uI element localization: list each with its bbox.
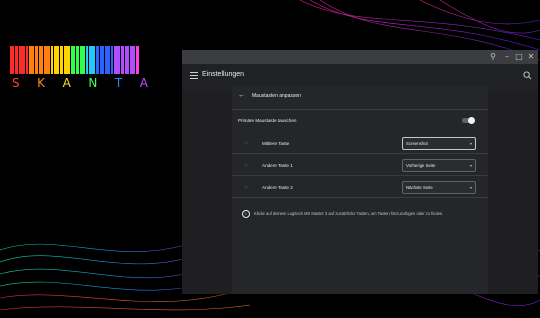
search-icon[interactable]: ⚲ [488,52,498,62]
divider [232,109,488,110]
barcode-bar [54,46,59,74]
logo-letter: A [62,76,71,90]
page-title: Maustasten anpassen [252,93,301,99]
barcode-bar [100,46,104,74]
barcode-bar [136,46,139,74]
back-arrow-icon[interactable]: ← [238,92,245,99]
barcode-bar [89,46,95,74]
barcode-bar [29,46,34,74]
swap-primary-toggle[interactable] [462,117,475,124]
skanta-logo: SKANTA [10,46,148,92]
barcode-bar [51,46,53,74]
action-select-other-2[interactable]: Nächste Seite ▾ [402,181,476,194]
barcode-graphic [10,46,146,74]
menu-icon[interactable] [190,72,198,79]
action-select-middle[interactable]: Screenshot ▾ [402,137,476,150]
minimize-icon[interactable]: – [502,52,512,62]
barcode-bar [121,46,124,74]
barcode-bar [15,46,18,74]
divider [232,197,488,198]
button-label: Andere Taste 1 [262,163,293,168]
logo-letter: N [88,76,98,90]
button-row-other-1: ⁘ Andere Taste 1 Vorherige Seite ▾ [232,156,488,176]
divider [232,175,488,176]
barcode-bar [105,46,110,74]
logo-letter: S [12,76,20,90]
settings-window: ⚲ – □ ✕ Einstellungen ← Maustasten anpas… [182,50,538,294]
barcode-bar [80,46,85,74]
barcode-bar [44,46,50,74]
barcode-bar [130,46,135,74]
barcode-bar [10,46,14,74]
barcode-bar [96,46,99,74]
button-row-other-2: ⁘ Andere Taste 2 Nächste Seite ▾ [232,178,488,198]
info-icon: i [242,210,250,218]
search-icon[interactable] [523,71,532,80]
chevron-down-icon: ▾ [469,141,472,146]
barcode-bar [35,46,38,74]
close-icon[interactable]: ✕ [526,52,536,62]
select-value: Nächste Seite [406,185,433,190]
button-label: Andere Taste 2 [262,185,293,190]
chevron-down-icon: ▾ [469,185,472,190]
toggle-knob [468,117,475,124]
barcode-bar [60,46,63,74]
barcode-bar [111,46,113,74]
drag-handle-icon[interactable]: ⁘ [244,141,248,147]
drag-handle-icon[interactable]: ⁘ [244,163,248,169]
barcode-bar [19,46,25,74]
info-text: Klicke auf deinem Logitech MX Master 3 a… [254,211,444,216]
barcode-bar [86,46,88,74]
logo-letter: A [139,76,148,90]
swap-primary-label: Primäre Maustaste tauschen [238,118,297,123]
divider [232,153,488,154]
barcode-bar [71,46,75,74]
mouse-buttons-panel: ← Maustasten anpassen Primäre Maustaste … [232,86,488,294]
chevron-down-icon: ▾ [469,163,472,168]
barcode-bar [64,46,70,74]
logo-letter: T [114,76,123,90]
action-select-other-1[interactable]: Vorherige Seite ▾ [402,159,476,172]
barcode-bar [125,46,129,74]
logo-text: SKANTA [12,76,148,90]
barcode-bar [39,46,43,74]
barcode-bar [26,46,28,74]
drag-handle-icon[interactable]: ⁘ [244,185,248,191]
button-row-middle: ⁘ Mittlere Taste Screenshot ▾ [232,134,488,154]
barcode-bar [114,46,120,74]
info-message: i Klicke auf deinem Logitech MX Master 3… [242,210,482,220]
barcode-bar [76,46,79,74]
window-titlebar[interactable]: ⚲ – □ ✕ [182,50,538,64]
logo-letter: K [37,76,46,90]
maximize-icon[interactable]: □ [514,52,524,62]
select-value: Vorherige Seite [406,163,436,168]
select-value: Screenshot [406,141,428,146]
app-title: Einstellungen [202,71,245,78]
button-label: Mittlere Taste [262,141,290,146]
